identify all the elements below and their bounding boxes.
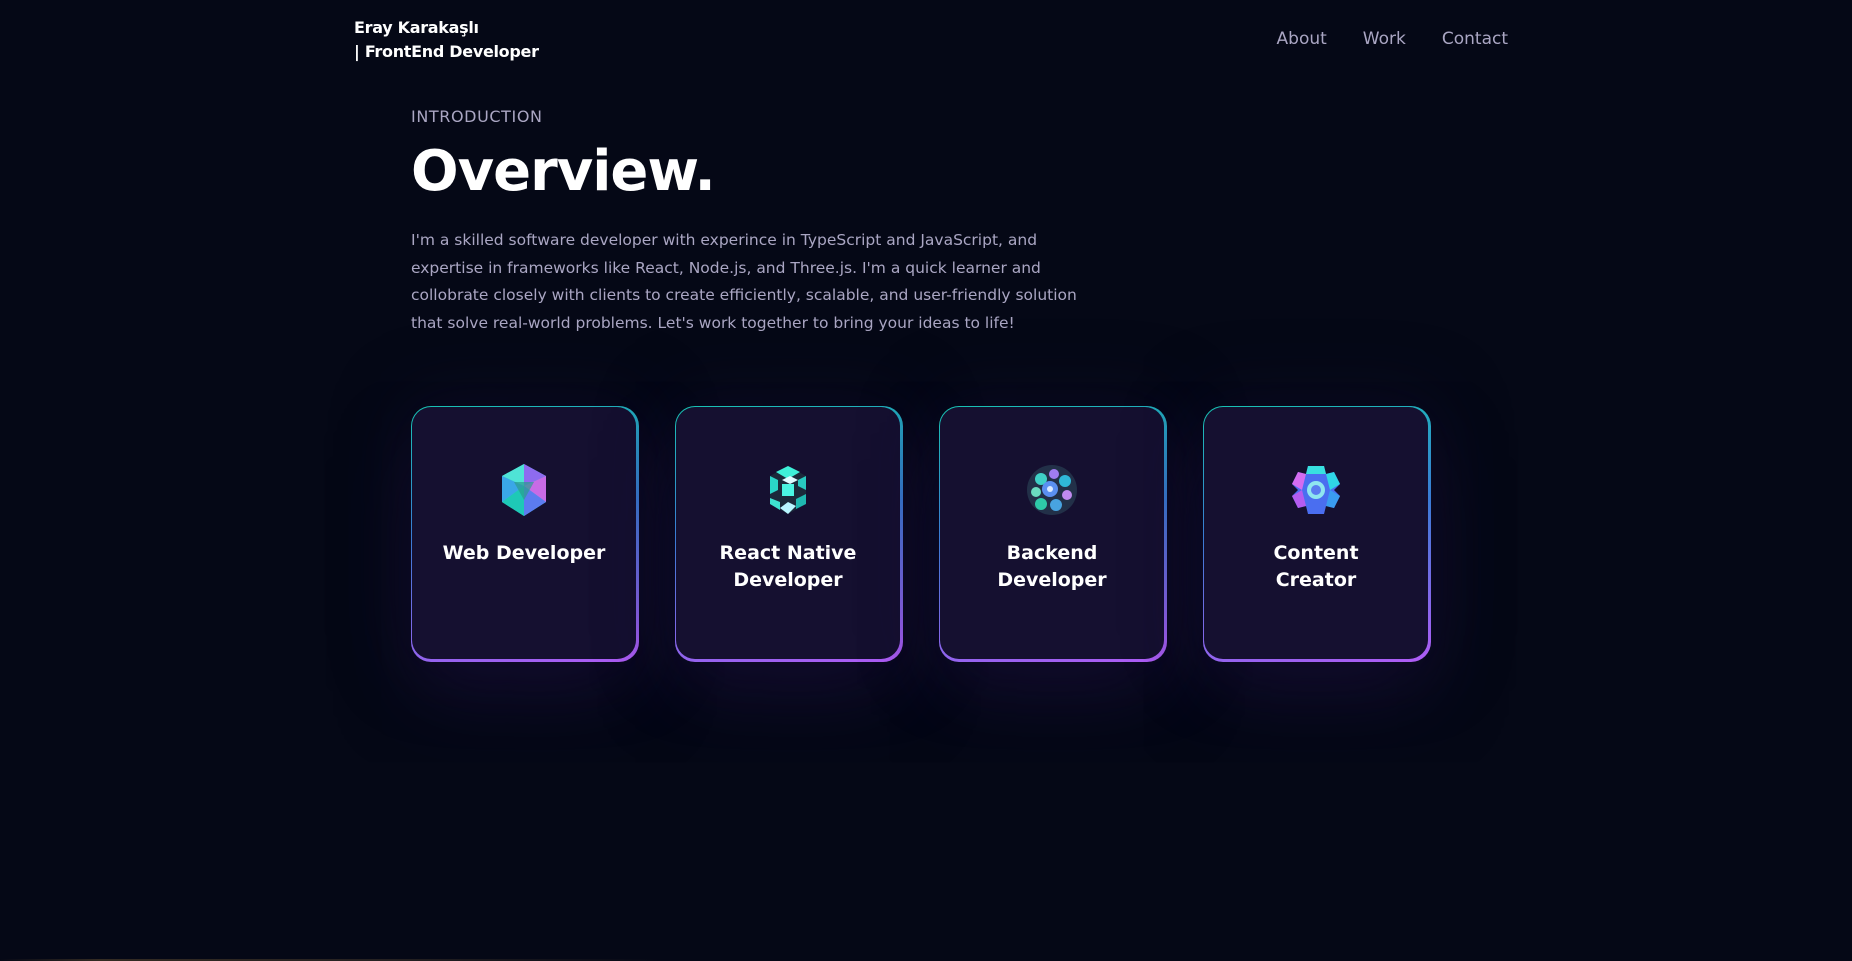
card-title: React Native Developer [719, 542, 857, 591]
service-card-react-native[interactable]: React Native Developer [675, 406, 903, 662]
react-native-icon [770, 466, 806, 514]
nav-link-work[interactable]: Work [1363, 26, 1406, 52]
content-creator-icon [1292, 466, 1340, 514]
nav-link-contact[interactable]: Contact [1442, 26, 1508, 52]
overview-paragraph: I'm a skilled software developer with ex… [411, 231, 1077, 332]
card-body: React Native Developer [676, 407, 900, 659]
card-body: Content Creator [1204, 407, 1428, 659]
service-cards: Web Developer React Native Developer Bac… [411, 406, 1431, 662]
brand-logo[interactable]: Eray Karakaşlı | FrontEnd Developer [354, 16, 539, 64]
about-section: Introduction Overview. I'm a skilled sof… [411, 104, 1421, 337]
brand-role: | FrontEnd Developer [354, 42, 539, 61]
service-card-content-creator[interactable]: Content Creator [1203, 406, 1431, 662]
nav-link-about[interactable]: About [1277, 26, 1327, 52]
service-card-backend[interactable]: Backend Developer [939, 406, 1167, 662]
section-subtitle: Introduction [411, 107, 543, 126]
card-body: Web Developer [412, 407, 636, 659]
service-card-web[interactable]: Web Developer [411, 406, 639, 662]
backend-icon [1027, 465, 1077, 515]
section-title: Overview. [411, 139, 716, 204]
page: Eray Karakaşlı | FrontEnd Developer Abou… [0, 0, 1852, 961]
card-title: Content Creator [1273, 542, 1359, 591]
card-title: Backend Developer [997, 542, 1107, 591]
nav-links: About Work Contact [1277, 26, 1508, 52]
card-body: Backend Developer [940, 407, 1164, 659]
card-title: Web Developer [442, 542, 606, 564]
web-developer-icon [502, 464, 546, 516]
navbar: Eray Karakaşlı | FrontEnd Developer Abou… [354, 0, 1508, 80]
brand-name: Eray Karakaşlı [354, 18, 479, 37]
